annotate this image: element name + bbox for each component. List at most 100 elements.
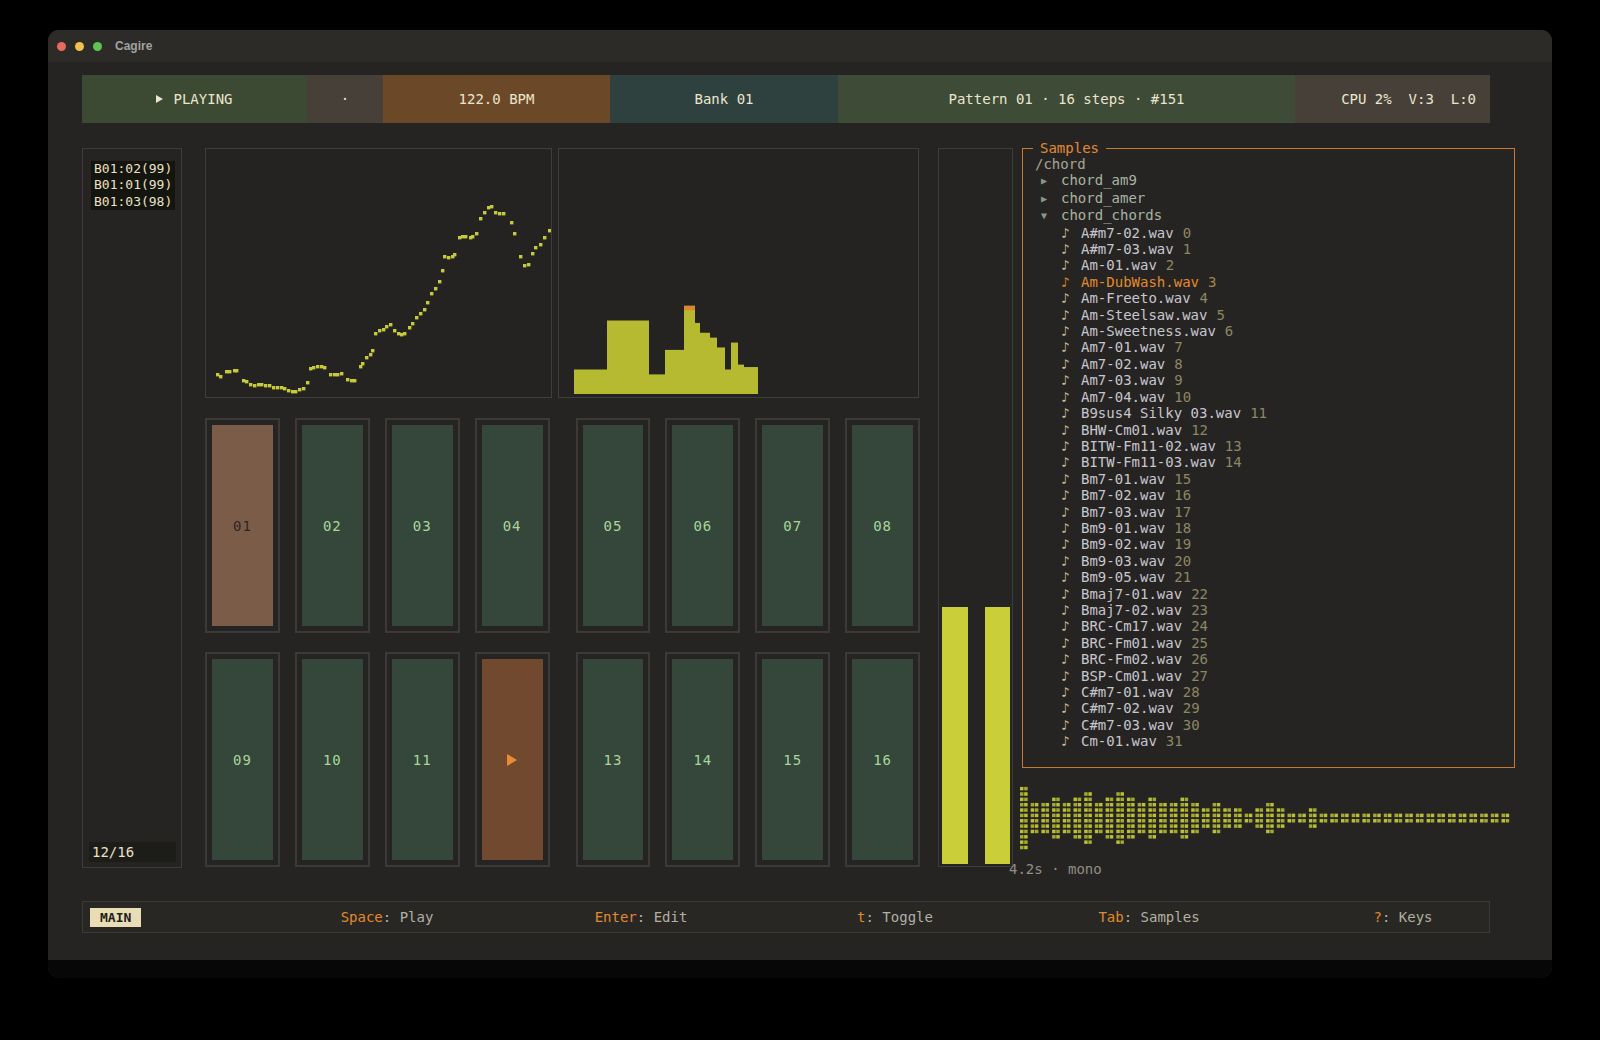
music-note-icon: ♪ (1061, 422, 1081, 438)
sample-file-row[interactable]: ♪Bm7-03.wav17 (1035, 504, 1514, 520)
sample-file-row[interactable]: ♪Am7-02.wav8 (1035, 356, 1514, 372)
sample-file-row[interactable]: ♪Am7-01.wav7 (1035, 339, 1514, 355)
vu-meter-left (942, 607, 968, 864)
music-note-icon: ♪ (1061, 586, 1081, 602)
key-hint: Enter: Edit (514, 909, 768, 925)
pad-16[interactable]: 16 (845, 652, 920, 867)
music-note-icon: ♪ (1061, 569, 1081, 585)
file-index: 24 (1191, 618, 1208, 634)
folder-row[interactable]: ▶chord_amer (1035, 190, 1514, 207)
sample-file-row[interactable]: ♪BITW-Fm11-03.wav14 (1035, 454, 1514, 470)
file-index: 30 (1183, 717, 1200, 733)
sample-file-row[interactable]: ♪BITW-Fm11-02.wav13 (1035, 438, 1514, 454)
pad-playing-icon (507, 754, 517, 766)
sample-file-row[interactable]: ♪Bm9-03.wav20 (1035, 553, 1514, 569)
cpu-display: CPU 2% V:3 L:0 (1295, 75, 1490, 123)
music-note-icon: ♪ (1061, 733, 1081, 749)
sample-file-row[interactable]: ♪Bmaj7-01.wav22 (1035, 586, 1514, 602)
sample-file-row[interactable]: ♪Bm7-01.wav15 (1035, 471, 1514, 487)
file-name: Am-Sweetness.wav (1081, 323, 1216, 339)
pad-12[interactable] (475, 652, 550, 867)
file-name: C#m7-01.wav (1081, 684, 1174, 700)
pad-surface: 01 (212, 425, 273, 626)
pad-03[interactable]: 03 (385, 418, 460, 633)
sample-file-row[interactable]: ♪BRC-Fm02.wav26 (1035, 651, 1514, 667)
pad-label: 09 (233, 752, 252, 768)
samples-browser: Samples /chord▶chord_am9▶chord_amer▼chor… (1022, 148, 1515, 768)
sample-file-row[interactable]: ♪A#m7-02.wav0 (1035, 225, 1514, 241)
pad-label: 02 (323, 518, 342, 534)
sample-file-row[interactable]: ♪C#m7-01.wav28 (1035, 684, 1514, 700)
sample-file-row[interactable]: ♪BHW-Cm01.wav12 (1035, 422, 1514, 438)
music-note-icon: ♪ (1061, 520, 1081, 536)
file-name: Cm-01.wav (1081, 733, 1157, 749)
folder-row[interactable]: ▼chord_chords (1035, 207, 1514, 224)
pad-surface: 11 (392, 659, 453, 860)
sample-file-row[interactable]: ♪Am-DubWash.wav3 (1035, 274, 1514, 290)
pad-11[interactable]: 11 (385, 652, 460, 867)
file-index: 25 (1191, 635, 1208, 651)
music-note-icon: ♪ (1061, 602, 1081, 618)
pad-14[interactable]: 14 (665, 652, 740, 867)
music-note-icon: ♪ (1061, 356, 1081, 372)
file-index: 17 (1174, 504, 1191, 520)
folder-row[interactable]: ▶chord_am9 (1035, 172, 1514, 189)
sample-file-row[interactable]: ♪BSP-Cm01.wav27 (1035, 668, 1514, 684)
pad-15[interactable]: 15 (755, 652, 830, 867)
pad-08[interactable]: 08 (845, 418, 920, 633)
sample-file-row[interactable]: ♪Bm9-02.wav19 (1035, 536, 1514, 552)
music-note-icon: ♪ (1061, 339, 1081, 355)
music-note-icon: ♪ (1061, 536, 1081, 552)
file-name: BRC-Fm01.wav (1081, 635, 1182, 651)
pad-13[interactable]: 13 (576, 652, 651, 867)
pad-09[interactable]: 09 (205, 652, 280, 867)
bank-display: Bank 01 (610, 75, 838, 123)
sample-file-row[interactable]: ♪C#m7-03.wav30 (1035, 717, 1514, 733)
file-index: 26 (1191, 651, 1208, 667)
sample-file-row[interactable]: ♪Am-Freeto.wav4 (1035, 290, 1514, 306)
sample-file-row[interactable]: ♪Cm-01.wav31 (1035, 733, 1514, 749)
folder-expanded-icon: ▼ (1041, 208, 1061, 224)
window-bottom-edge (48, 960, 1552, 978)
file-name: BRC-Fm02.wav (1081, 651, 1182, 667)
sample-file-row[interactable]: ♪BRC-Cm17.wav24 (1035, 618, 1514, 634)
file-name: Bm9-03.wav (1081, 553, 1165, 569)
play-icon (156, 95, 163, 103)
pad-04[interactable]: 04 (475, 418, 550, 633)
file-index: 23 (1191, 602, 1208, 618)
sample-file-row[interactable]: ♪Am7-04.wav10 (1035, 389, 1514, 405)
sample-file-row[interactable]: ♪B9sus4 Silky 03.wav11 (1035, 405, 1514, 421)
close-button[interactable] (57, 42, 66, 51)
sample-file-row[interactable]: ♪A#m7-03.wav1 (1035, 241, 1514, 257)
sample-file-row[interactable]: ♪BRC-Fm01.wav25 (1035, 635, 1514, 651)
pad-01[interactable]: 01 (205, 418, 280, 633)
window-title: Cagire (115, 39, 152, 53)
file-index: 14 (1225, 454, 1242, 470)
music-note-icon: ♪ (1061, 553, 1081, 569)
sample-file-row[interactable]: ♪Am-01.wav2 (1035, 257, 1514, 273)
minimize-button[interactable] (75, 42, 84, 51)
sample-file-row[interactable]: ♪Bmaj7-02.wav23 (1035, 602, 1514, 618)
file-index: 15 (1174, 471, 1191, 487)
key-name: ? (1373, 909, 1381, 925)
music-note-icon: ♪ (1061, 257, 1081, 273)
sample-file-row[interactable]: ♪Am-Steelsaw.wav5 (1035, 307, 1514, 323)
sample-file-row[interactable]: ♪Am-Sweetness.wav6 (1035, 323, 1514, 339)
pad-10[interactable]: 10 (295, 652, 370, 867)
music-note-icon: ♪ (1061, 307, 1081, 323)
maximize-button[interactable] (93, 42, 102, 51)
pad-06[interactable]: 06 (665, 418, 740, 633)
pad-05[interactable]: 05 (576, 418, 651, 633)
sample-file-row[interactable]: ♪Bm9-01.wav18 (1035, 520, 1514, 536)
pad-02[interactable]: 02 (295, 418, 370, 633)
file-index: 3 (1208, 274, 1216, 290)
sample-file-row[interactable]: ♪Bm7-02.wav16 (1035, 487, 1514, 503)
file-name: Bm7-03.wav (1081, 504, 1165, 520)
voice-row: B01:02(99) (91, 161, 175, 177)
pad-07[interactable]: 07 (755, 418, 830, 633)
pad-label: 14 (693, 752, 712, 768)
sample-file-row[interactable]: ♪Am7-03.wav9 (1035, 372, 1514, 388)
file-name: Bm7-01.wav (1081, 471, 1165, 487)
sample-file-row[interactable]: ♪C#m7-02.wav29 (1035, 700, 1514, 716)
sample-file-row[interactable]: ♪Bm9-05.wav21 (1035, 569, 1514, 585)
